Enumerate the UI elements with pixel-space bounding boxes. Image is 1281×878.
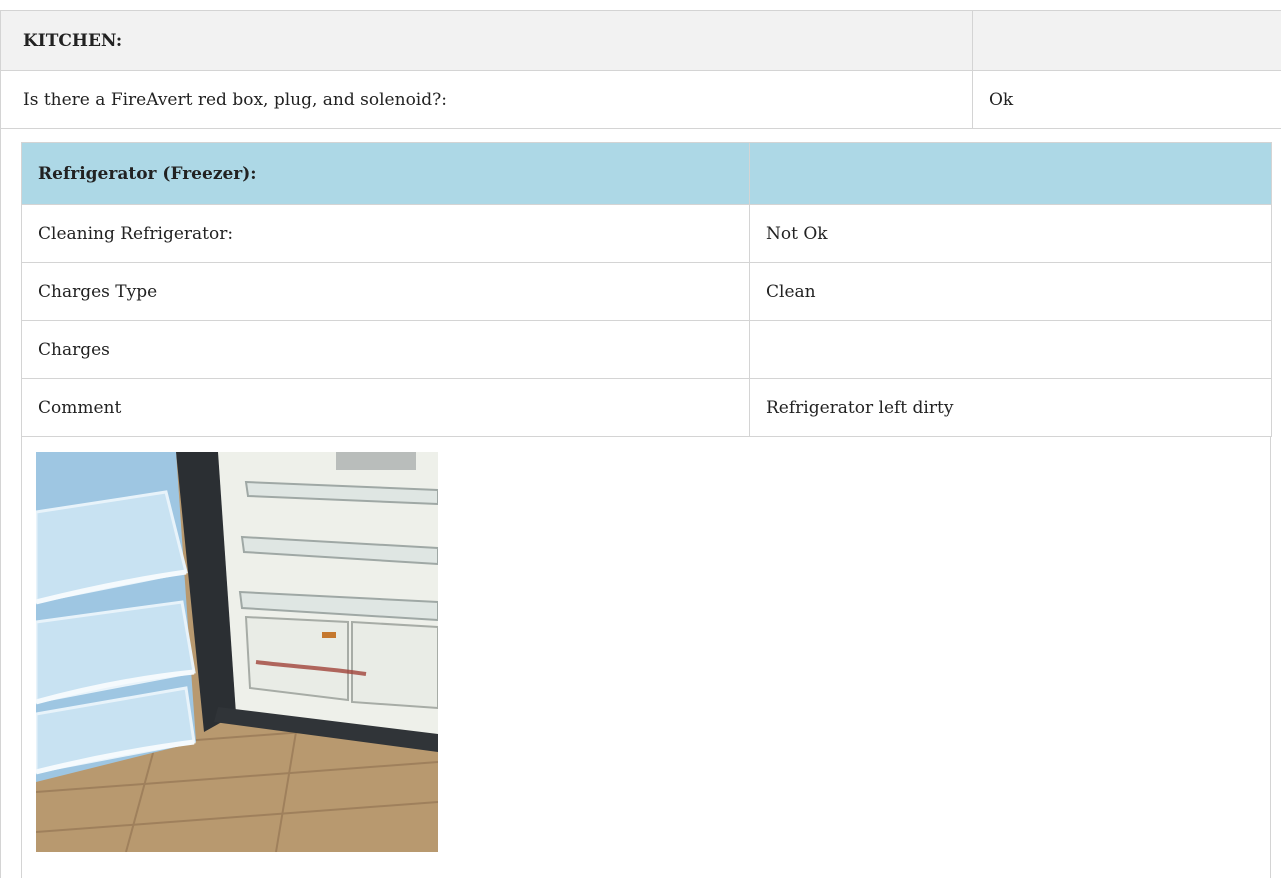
refrigerator-header-row: Refrigerator (Freezer): xyxy=(21,142,1272,205)
charges-type-label: Charges Type xyxy=(21,262,750,321)
charges-value xyxy=(749,320,1272,379)
table-row: Is there a FireAvert red box, plug, and … xyxy=(0,70,1281,129)
refrigerator-header-empty-cell xyxy=(749,142,1272,205)
cleaning-refrigerator-value: Not Ok xyxy=(749,204,1272,263)
charges-type-value: Clean xyxy=(749,262,1272,321)
inspection-report-page: KITCHEN: Is there a FireAvert red box, p… xyxy=(0,0,1281,878)
photo-container xyxy=(21,436,1271,878)
refrigerator-photo[interactable] xyxy=(36,452,438,852)
charges-label: Charges xyxy=(21,320,750,379)
fireavert-value: Ok xyxy=(972,70,1281,129)
cleaning-refrigerator-label: Cleaning Refrigerator: xyxy=(21,204,750,263)
kitchen-header-empty-cell xyxy=(972,10,1281,71)
refrigerator-table: Refrigerator (Freezer): Cleaning Refrige… xyxy=(21,142,1272,437)
refrigerator-section: Refrigerator (Freezer): Cleaning Refrige… xyxy=(0,128,1281,878)
kitchen-title: KITCHEN: xyxy=(0,10,973,71)
comment-value: Refrigerator left dirty xyxy=(749,378,1272,437)
photo-of-open-refrigerator-icon xyxy=(36,452,438,852)
table-row: Comment Refrigerator left dirty xyxy=(21,378,1272,437)
kitchen-table: KITCHEN: Is there a FireAvert red box, p… xyxy=(0,10,1281,129)
table-row: Cleaning Refrigerator: Not Ok xyxy=(21,204,1272,263)
table-row: Charges xyxy=(21,320,1272,379)
table-row: Charges Type Clean xyxy=(21,262,1272,321)
kitchen-header-row: KITCHEN: xyxy=(0,10,1281,71)
refrigerator-title: Refrigerator (Freezer): xyxy=(21,142,750,205)
comment-label: Comment xyxy=(21,378,750,437)
fireavert-label: Is there a FireAvert red box, plug, and … xyxy=(0,70,973,129)
